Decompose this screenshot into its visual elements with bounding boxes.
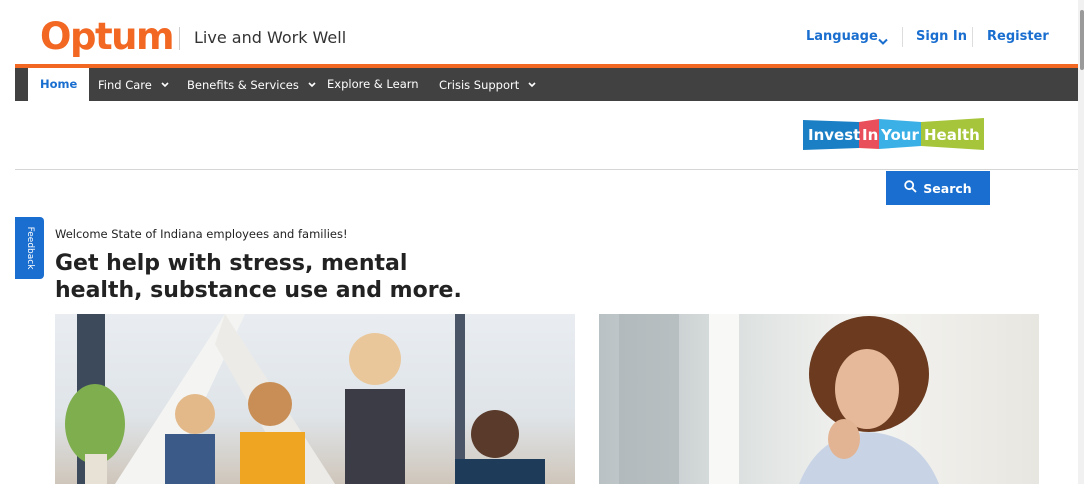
- feedback-tab[interactable]: Feedback: [15, 217, 44, 279]
- nav-home[interactable]: Home: [28, 68, 90, 101]
- chevron-down-icon[interactable]: [878, 31, 888, 50]
- scrollbar-thumb[interactable]: [1080, 10, 1084, 70]
- sign-in-link[interactable]: Sign In: [916, 29, 967, 44]
- nav-crisis-support[interactable]: Crisis Support: [439, 68, 536, 101]
- nav-crisis-label: Crisis Support: [439, 78, 520, 92]
- nav-benefits-services[interactable]: Benefits & Services: [187, 68, 316, 101]
- family-photo: [55, 314, 575, 484]
- utility-divider: [902, 27, 903, 47]
- invest-in-your-health-logo[interactable]: Invest In Your Health: [803, 116, 984, 152]
- language-menu[interactable]: Language: [806, 29, 878, 44]
- invest-word: Invest: [808, 126, 860, 144]
- nav-explore-learn[interactable]: Explore & Learn: [327, 68, 419, 101]
- search-button[interactable]: Search: [886, 171, 990, 205]
- nav-explore-label: Explore & Learn: [327, 77, 419, 91]
- section-divider: [15, 169, 1078, 170]
- register-link[interactable]: Register: [987, 29, 1049, 44]
- tagline-divider: [179, 27, 180, 50]
- welcome-message: Welcome State of Indiana employees and f…: [55, 227, 348, 241]
- site-header: Optum Live and Work Well Language Sign I…: [0, 0, 1080, 64]
- feedback-label: Feedback: [24, 226, 35, 270]
- chevron-down-icon: [528, 68, 536, 101]
- page-headline: Get help with stress, mental health, sub…: [55, 251, 462, 303]
- utility-divider: [972, 27, 973, 47]
- health-word: Health: [924, 126, 980, 144]
- search-button-label: Search: [923, 180, 972, 196]
- woman-photo: [599, 314, 1039, 484]
- nav-home-label: Home: [40, 77, 78, 91]
- nav-find-care[interactable]: Find Care: [98, 68, 169, 101]
- chevron-down-icon: [307, 68, 316, 101]
- your-word: Your: [880, 126, 919, 144]
- nav-benefits-label: Benefits & Services: [187, 78, 299, 92]
- chevron-down-icon: [160, 68, 169, 101]
- scrollbar-track[interactable]: [1078, 0, 1084, 484]
- in-word: In: [862, 126, 878, 144]
- site-tagline: Live and Work Well: [194, 28, 347, 47]
- nav-find-care-label: Find Care: [98, 78, 152, 92]
- main-nav: Home Find Care Benefits & Services Explo…: [15, 68, 1078, 101]
- search-icon: [904, 180, 917, 196]
- optum-logo[interactable]: Optum: [40, 17, 175, 57]
